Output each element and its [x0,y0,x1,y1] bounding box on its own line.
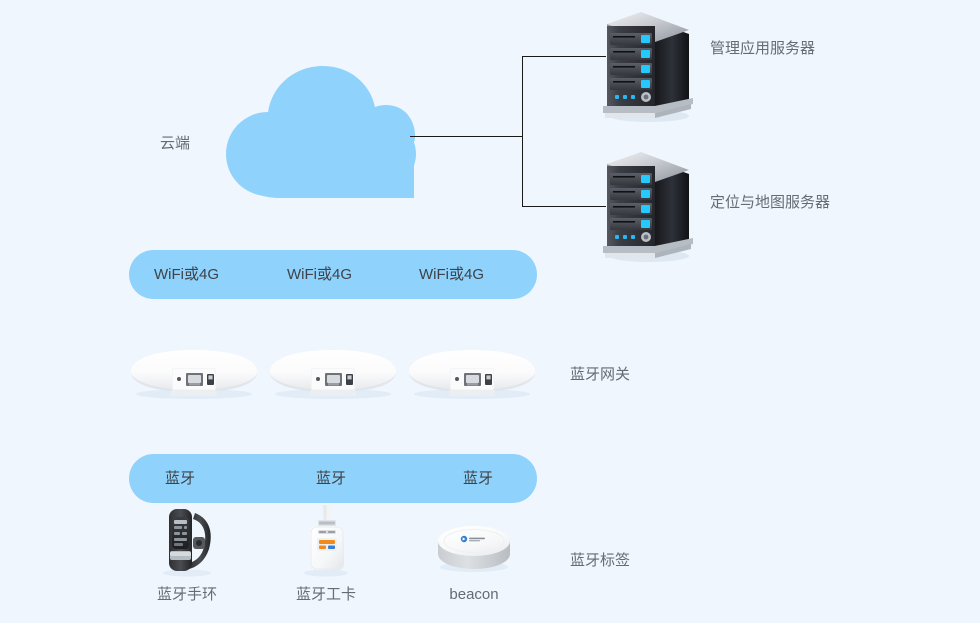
tag-group-label: 蓝牙标签 [570,552,631,569]
bluetooth-band: 蓝牙 蓝牙 蓝牙 [129,454,537,503]
tag-caption: 蓝牙手环 [156,586,217,603]
tag-caption: beacon [449,586,499,603]
list-item: 蓝牙手环 [127,505,247,602]
server-tower-icon [597,146,693,262]
list-item: 蓝牙工卡 [266,505,386,602]
cloud-label: 云端 [160,135,191,152]
architecture-diagram: 云端 管理应用服务器 定位与地图服务器 WiFi或4G WiFi或4G WiFi… [0,0,980,623]
bluetooth-gateway-icon [405,346,539,400]
bluetooth-badge-card-icon [266,505,386,577]
wifi-band-label-1: WiFi或4G [154,266,219,283]
beacon-puck-icon [414,505,534,577]
wifi-or-4g-band: WiFi或4G WiFi或4G WiFi或4G [129,250,537,299]
bluetooth-gateway-icon [266,346,400,400]
gateway-group-label: 蓝牙网关 [570,366,631,383]
bluetooth-band-label-3: 蓝牙 [463,470,494,487]
wire-trunk-to-server-bottom [522,206,606,207]
wire-trunk-to-server-top [522,56,606,57]
wifi-band-label-3: WiFi或4G [419,266,484,283]
server-tower-icon [597,6,693,122]
wire-vertical-trunk [522,56,523,207]
wifi-band-label-2: WiFi或4G [287,266,352,283]
server-label-positioning-map: 定位与地图服务器 [710,194,831,211]
list-item: beacon [414,505,534,602]
tag-caption: 蓝牙工卡 [295,586,356,603]
cloud-icon [222,62,416,198]
bluetooth-wristband-icon [127,505,247,577]
bluetooth-band-label-1: 蓝牙 [165,470,196,487]
wire-cloud-to-trunk [410,136,523,137]
bluetooth-gateway-icon [127,346,261,400]
bluetooth-band-label-2: 蓝牙 [316,470,347,487]
server-label-management: 管理应用服务器 [710,40,816,57]
